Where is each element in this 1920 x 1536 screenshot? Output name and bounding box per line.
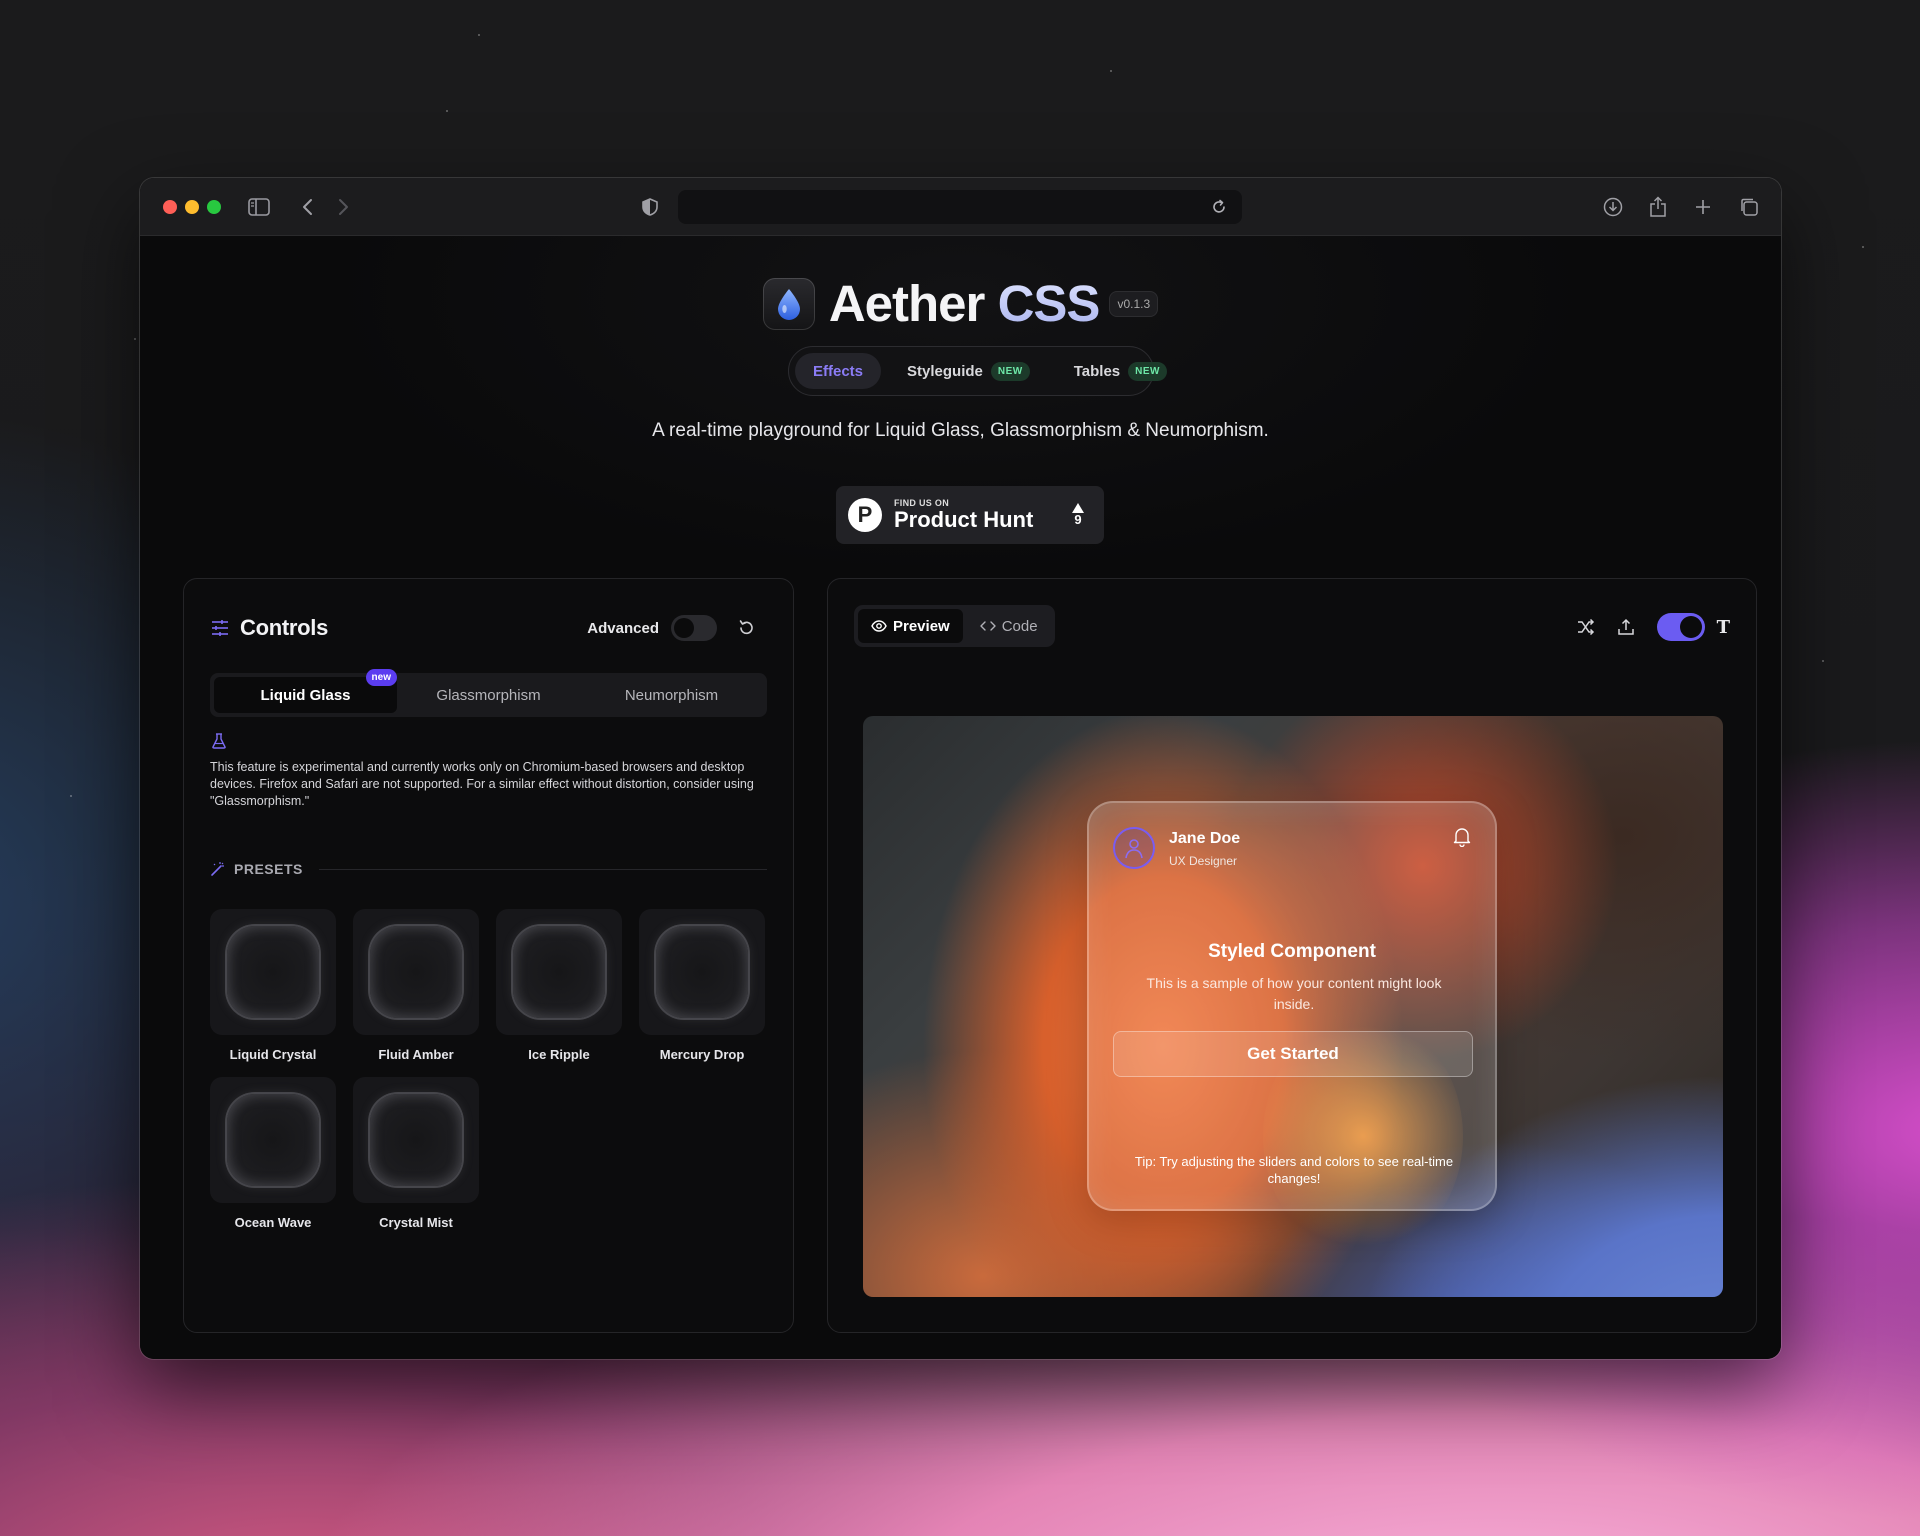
card-user-role: UX Designer <box>1169 854 1238 868</box>
sliders-icon <box>212 620 228 636</box>
main-nav: Effects Styleguide NEW Tables NEW <box>788 346 1167 396</box>
magic-wand-icon <box>211 862 224 876</box>
star <box>446 110 448 112</box>
flask-icon <box>212 733 226 749</box>
tab-code[interactable]: Code <box>967 609 1051 643</box>
new-badge: new <box>365 669 397 686</box>
address-bar[interactable] <box>678 190 1242 224</box>
browser-titlebar <box>140 178 1781 236</box>
advanced-toggle[interactable] <box>671 615 717 641</box>
preset-label: Crystal Mist <box>379 1215 453 1230</box>
advanced-label: Advanced <box>587 619 659 637</box>
preset-swatch[interactable] <box>210 909 336 1035</box>
text-toggle[interactable] <box>1656 613 1705 641</box>
version-badge: v0.1.3 <box>1109 290 1159 317</box>
star <box>134 338 136 340</box>
preview-stage: Jane Doe UX Designer Styled Component Th… <box>863 716 1723 1297</box>
preset-label: Liquid Crystal <box>229 1047 317 1062</box>
new-tab-icon[interactable] <box>1690 194 1716 220</box>
preset-mercury-drop[interactable]: Mercury Drop <box>639 909 765 1062</box>
new-badge: NEW <box>1128 361 1167 381</box>
tab-neumorphism[interactable]: Neumorphism <box>580 677 763 713</box>
downloads-icon[interactable] <box>1600 194 1626 220</box>
star <box>478 34 480 36</box>
preview-panel: Preview Code T Jane Doe UX Designer Styl… <box>827 578 1757 1333</box>
card-user-name: Jane Doe <box>1169 830 1241 847</box>
preset-label: Mercury Drop <box>659 1047 745 1062</box>
eye-icon <box>871 620 887 632</box>
preset-label: Fluid Amber <box>378 1047 454 1062</box>
brand-header: Aether CSS v0.1.3 <box>140 274 1781 333</box>
page: Aether CSS v0.1.3 Effects Styleguide NEW … <box>140 236 1781 1359</box>
tab-overview-icon[interactable] <box>1736 194 1762 220</box>
privacy-shield-icon[interactable] <box>637 194 663 220</box>
tab-tables[interactable]: Tables NEW <box>1056 353 1185 389</box>
new-badge: NEW <box>990 361 1030 381</box>
preset-swatch[interactable] <box>639 909 765 1035</box>
sidebar-icon[interactable] <box>246 194 272 220</box>
preset-swatch[interactable] <box>353 1077 479 1203</box>
preset-label: Ocean Wave <box>234 1215 312 1230</box>
presets-label: PRESETS <box>234 861 303 877</box>
bell-icon[interactable] <box>1453 827 1471 847</box>
back-icon[interactable] <box>295 194 321 220</box>
tagline: A real-time playground for Liquid Glass,… <box>652 420 1269 441</box>
user-icon <box>1125 839 1143 859</box>
browser-window: Aether CSS v0.1.3 Effects Styleguide NEW … <box>140 178 1781 1359</box>
card-tip: Tip: Try adjusting the sliders and color… <box>1134 1154 1454 1186</box>
code-icon <box>980 621 996 631</box>
droplet-logo-icon[interactable] <box>762 277 815 330</box>
star <box>70 795 72 797</box>
advanced-toggle-group: Advanced <box>587 615 755 641</box>
forward-icon[interactable] <box>330 194 356 220</box>
card-heading: Styled Component <box>1208 941 1376 962</box>
minimize-window-button[interactable] <box>185 200 199 214</box>
experimental-notice: This feature is experimental and current… <box>210 760 754 808</box>
close-window-button[interactable] <box>163 200 177 214</box>
divider <box>318 868 767 870</box>
star <box>1822 660 1824 662</box>
avatar <box>1113 827 1155 869</box>
preview-actions: T <box>1577 613 1730 641</box>
effect-mode-tabs: Liquid Glass new Glassmorphism Neumorphi… <box>210 669 767 717</box>
tab-preview[interactable]: Preview <box>858 609 963 643</box>
product-hunt-badge[interactable]: P FIND US ON Product Hunt 9 <box>836 486 1104 544</box>
product-hunt-logo-icon: P <box>848 498 882 532</box>
maximize-window-button[interactable] <box>207 200 221 214</box>
tab-styleguide[interactable]: Styleguide NEW <box>889 353 1048 389</box>
preset-swatch[interactable] <box>353 909 479 1035</box>
share-icon[interactable] <box>1645 194 1671 220</box>
presets-header: PRESETS <box>210 861 767 877</box>
product-hunt-title: Product Hunt <box>894 507 1034 532</box>
preset-fluid-amber[interactable]: Fluid Amber <box>353 909 479 1062</box>
glass-card: Jane Doe UX Designer Styled Component Th… <box>1087 801 1497 1211</box>
card-body: This is a sample of how your content mig… <box>1146 975 1442 1012</box>
controls-title: Controls <box>240 615 329 640</box>
preset-swatch[interactable] <box>210 1077 336 1203</box>
preset-liquid-crystal[interactable]: Liquid Crystal <box>210 909 336 1062</box>
app-title: Aether CSS <box>828 275 1101 332</box>
preset-crystal-mist[interactable]: Crystal Mist <box>353 1077 479 1230</box>
controls-header: Controls <box>210 615 328 641</box>
shuffle-icon[interactable] <box>1577 618 1595 636</box>
star <box>1110 70 1112 72</box>
export-icon[interactable] <box>1617 618 1635 636</box>
star <box>1862 246 1864 248</box>
controls-panel: Controls Advanced Liquid Glass new Glass… <box>183 578 794 1333</box>
preset-label: Ice Ripple <box>528 1047 590 1062</box>
reload-icon[interactable] <box>1206 194 1232 220</box>
text-format-icon[interactable]: T <box>1717 617 1730 638</box>
preview-code-tabs: Preview Code <box>854 605 1055 647</box>
tab-liquid-glass[interactable]: Liquid Glass new <box>214 669 397 713</box>
tab-glassmorphism[interactable]: Glassmorphism <box>397 677 580 713</box>
get-started-button[interactable]: Get Started <box>1113 1031 1473 1077</box>
preset-ice-ripple[interactable]: Ice Ripple <box>496 909 622 1062</box>
tab-effects[interactable]: Effects <box>795 353 882 389</box>
upvote-count: 9 <box>1072 503 1084 527</box>
preset-ocean-wave[interactable]: Ocean Wave <box>210 1077 336 1230</box>
reset-icon[interactable] <box>737 619 755 637</box>
preset-swatch[interactable] <box>496 909 622 1035</box>
